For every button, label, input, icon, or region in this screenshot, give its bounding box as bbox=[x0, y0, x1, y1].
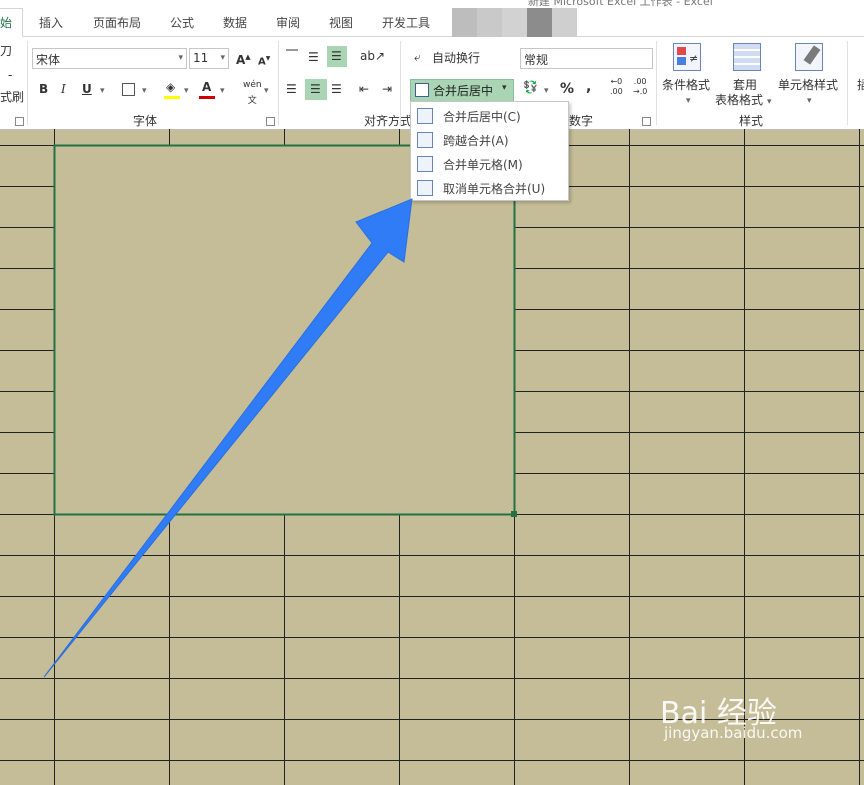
annotation-arrow bbox=[43, 198, 413, 678]
baidu-watermark-url: jingyan.baidu.com bbox=[664, 724, 803, 742]
blue-arrow-icon bbox=[43, 198, 413, 678]
